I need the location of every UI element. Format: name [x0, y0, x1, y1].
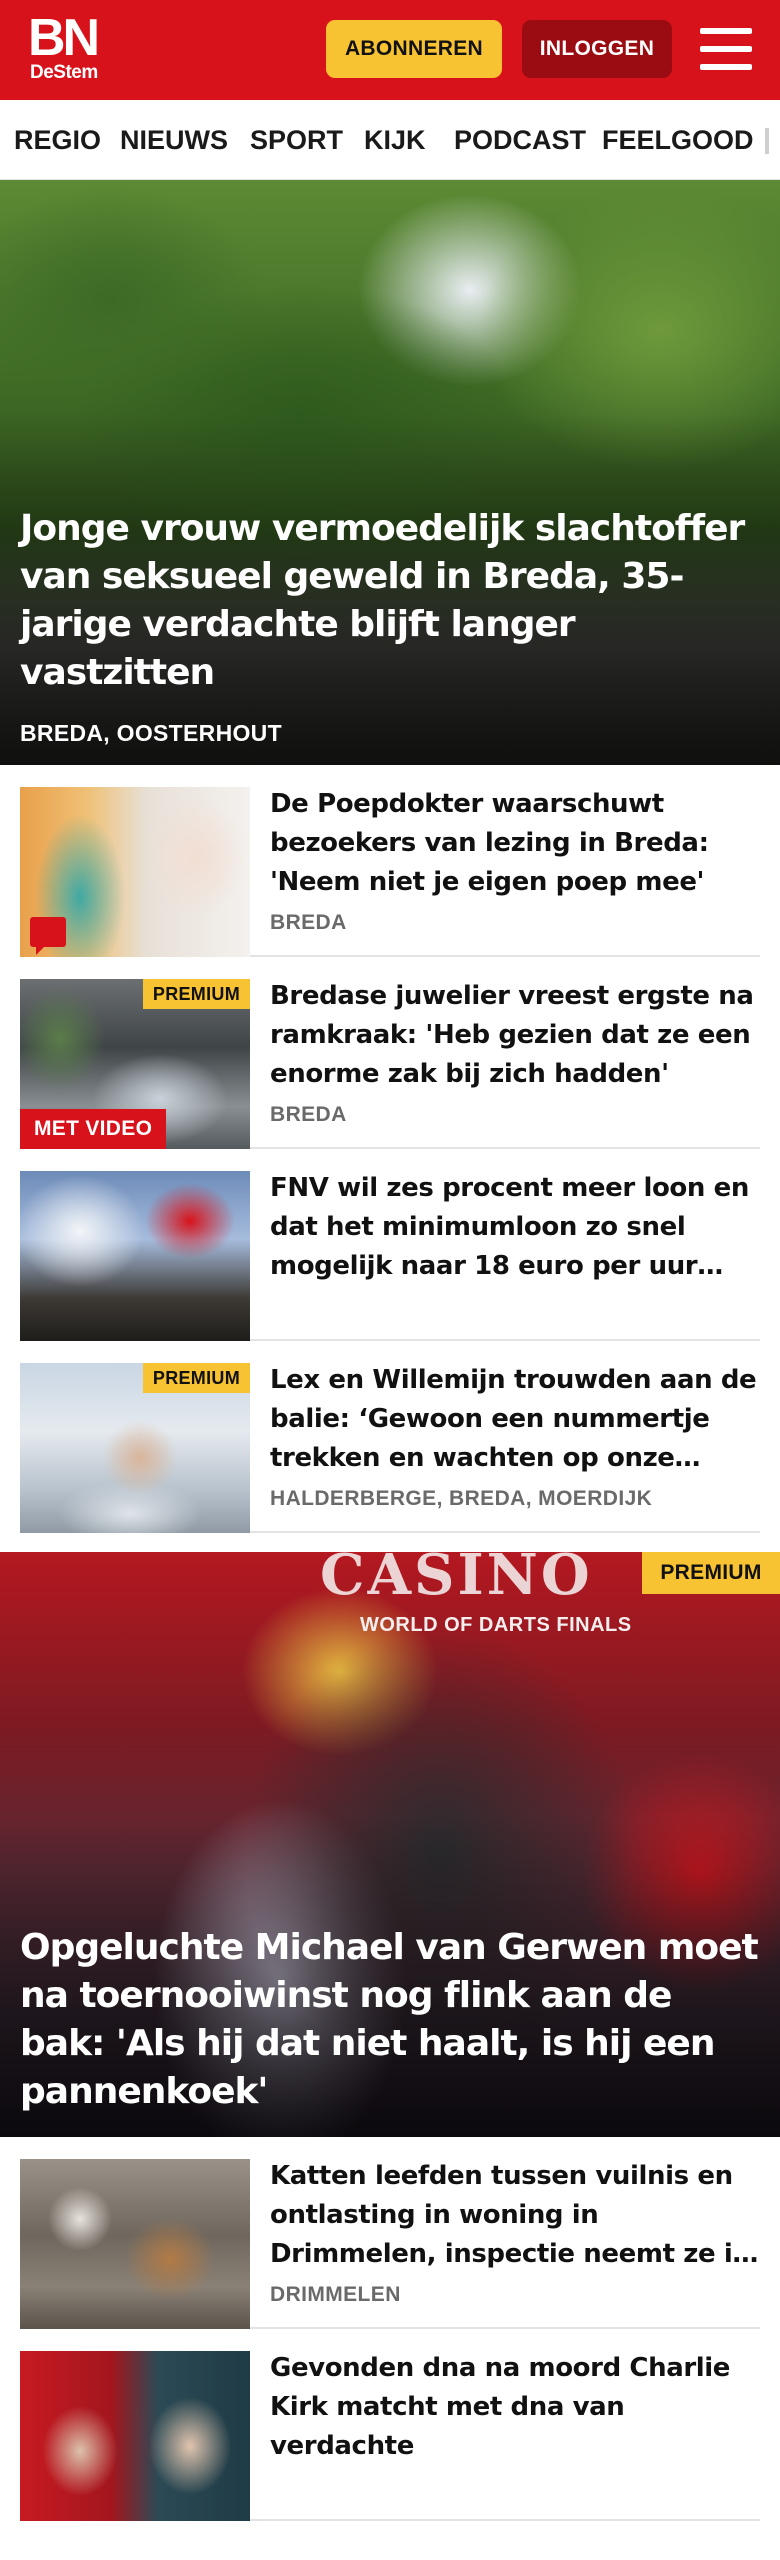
- article-thumbnail[interactable]: [20, 1171, 250, 1341]
- hamburger-line: [700, 46, 752, 52]
- article-location: BREDA: [270, 1103, 347, 1126]
- hero-article-premium[interactable]: CASINO WORLD OF DARTS FINALS PREMIUM Opg…: [0, 1552, 780, 2137]
- article-title[interactable]: Katten leefden tussen vuilnis en ontlast…: [270, 2157, 760, 2274]
- article-title[interactable]: Gevonden dna na moord Charlie Kirk match…: [270, 2349, 760, 2466]
- premium-badge: PREMIUM: [142, 979, 250, 1009]
- article-thumbnail[interactable]: PREMIUM: [20, 1363, 250, 1533]
- subscribe-button[interactable]: ABONNEREN: [326, 20, 502, 78]
- video-badge: MET VIDEO: [20, 1109, 167, 1149]
- nav-item-feelgood[interactable]: FEELGOOD: [602, 124, 754, 156]
- list-item[interactable]: De Poepdokter waarschuwt bezoekers van l…: [20, 765, 760, 957]
- nav-item-regio[interactable]: REGIO: [14, 124, 101, 156]
- list-item[interactable]: Gevonden dna na moord Charlie Kirk match…: [20, 2329, 760, 2521]
- article-thumbnail[interactable]: [20, 2351, 250, 2521]
- comment-icon: [30, 917, 66, 955]
- logo-destem-text: DeStem: [30, 62, 98, 83]
- article-location: HALDERBERGE, BREDA, MOERDIJK: [270, 1487, 653, 1510]
- list-item[interactable]: Katten leefden tussen vuilnis en ontlast…: [20, 2137, 760, 2329]
- article-thumbnail[interactable]: [20, 2159, 250, 2329]
- list-item[interactable]: PREMIUM Lex en Willemijn trouwden aan de…: [20, 1341, 760, 1533]
- hero-article[interactable]: Jonge vrouw vermoedelijk slachtoffer van…: [0, 180, 780, 765]
- premium-badge: PREMIUM: [142, 1363, 250, 1393]
- logo-bn-text: BN: [28, 9, 100, 67]
- article-title[interactable]: Bredase juwelier vreest ergste na ramkra…: [270, 977, 760, 1094]
- article-location: BREDA: [270, 911, 347, 934]
- background-event-text: WORLD OF DARTS FINALS: [360, 1614, 632, 1636]
- nav-item-sport[interactable]: SPORT: [250, 124, 343, 156]
- article-thumbnail[interactable]: PREMIUM MET VIDEO: [20, 979, 250, 1149]
- nav-item-nieuws[interactable]: NIEUWS: [120, 124, 228, 156]
- article-location: DRIMMELEN: [270, 2283, 401, 2306]
- brand-logo[interactable]: BN DeStem: [28, 10, 112, 86]
- login-button[interactable]: INLOGGEN: [522, 20, 672, 78]
- nav-overflow-indicator: [765, 128, 769, 154]
- section-nav: REGIO NIEUWS SPORT KIJK PODCAST FEELGOOD: [0, 100, 780, 180]
- top-bar: BN DeStem ABONNEREN INLOGGEN: [0, 0, 780, 100]
- article-title[interactable]: Lex en Willemijn trouwden aan de balie: …: [270, 1361, 760, 1478]
- article-thumbnail[interactable]: [20, 787, 250, 957]
- hamburger-line: [700, 28, 752, 34]
- article-title[interactable]: FNV wil zes procent meer loon en dat het…: [270, 1169, 760, 1286]
- list-item[interactable]: FNV wil zes procent meer loon en dat het…: [20, 1149, 760, 1341]
- hero-title[interactable]: Opgeluchte Michael van Gerwen moet na to…: [20, 1924, 760, 2116]
- nav-item-podcast[interactable]: PODCAST: [454, 124, 586, 156]
- hamburger-icon[interactable]: [700, 26, 752, 72]
- article-title[interactable]: De Poepdokter waarschuwt bezoekers van l…: [270, 785, 760, 902]
- hamburger-line: [700, 64, 752, 70]
- premium-badge: PREMIUM: [642, 1552, 780, 1594]
- hero-title[interactable]: Jonge vrouw vermoedelijk slachtoffer van…: [20, 505, 760, 697]
- nav-item-kijk[interactable]: KIJK: [364, 124, 426, 156]
- background-casino-text: CASINO: [320, 1552, 593, 1608]
- list-item[interactable]: PREMIUM MET VIDEO Bredase juwelier vrees…: [20, 957, 760, 1149]
- hero-location: BREDA, OOSTERHOUT: [20, 720, 282, 746]
